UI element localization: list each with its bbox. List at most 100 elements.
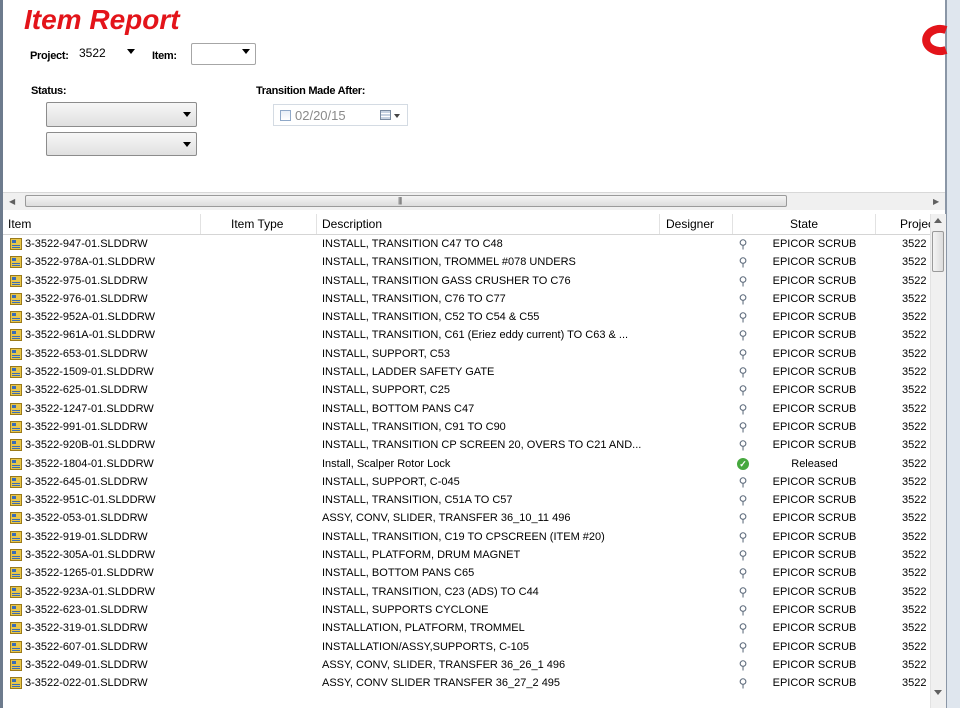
table-row[interactable]: 3-3522-923A-01.SLDDRW INSTALL, TRANSITION… — [3, 583, 930, 601]
scroll-up-icon[interactable] — [934, 218, 942, 223]
magnifier-icon[interactable]: ⚲ — [736, 621, 750, 635]
vertical-scrollbar[interactable] — [930, 214, 946, 708]
drawing-file-icon — [10, 238, 22, 250]
cell-project: 3522 — [902, 420, 927, 433]
table-row[interactable]: 3-3522-947-01.SLDDRW INSTALL, TRANSITION … — [3, 235, 930, 253]
magnifier-icon[interactable]: ⚲ — [736, 438, 750, 452]
cell-state: EPICOR SCRUB — [772, 530, 857, 543]
table-row[interactable]: 3-3522-623-01.SLDDRW INSTALL, SUPPORTS CY… — [3, 601, 930, 619]
cell-project: 3522 — [902, 439, 927, 452]
column-header-item-type[interactable]: Item Type — [201, 214, 317, 234]
magnifier-icon[interactable]: ⚲ — [736, 402, 750, 416]
table-row[interactable]: 3-3522-1804-01.SLDDRW Install, Scalper Ro… — [3, 455, 930, 473]
table-row[interactable]: 3-3522-952A-01.SLDDRW INSTALL, TRANSITION… — [3, 308, 930, 326]
transition-date-picker[interactable]: 02/20/15 — [273, 104, 408, 126]
table-row[interactable]: 3-3522-975-01.SLDDRW INSTALL, TRANSITION … — [3, 272, 930, 290]
magnifier-icon[interactable]: ⚲ — [736, 237, 750, 251]
table-row[interactable]: 3-3522-961A-01.SLDDRW INSTALL, TRANSITION… — [3, 326, 930, 344]
chevron-down-icon[interactable] — [394, 114, 400, 118]
calendar-icon[interactable] — [380, 110, 391, 120]
table-row[interactable]: 3-3522-976-01.SLDDRW INSTALL, TRANSITION,… — [3, 290, 930, 308]
transition-date-value: 02/20/15 — [295, 108, 346, 123]
table-row[interactable]: 3-3522-305A-01.SLDDRW INSTALL, PLATFORM, … — [3, 546, 930, 564]
table-row[interactable]: 3-3522-653-01.SLDDRW INSTALL, SUPPORT, C5… — [3, 345, 930, 363]
magnifier-icon[interactable]: ⚲ — [736, 511, 750, 525]
magnifier-icon[interactable]: ⚲ — [736, 347, 750, 361]
magnifier-icon[interactable]: ⚲ — [736, 365, 750, 379]
column-header-description[interactable]: Description — [317, 214, 660, 234]
transition-date-checkbox[interactable] — [280, 110, 291, 121]
table-row[interactable]: 3-3522-625-01.SLDDRW INSTALL, SUPPORT, C2… — [3, 381, 930, 399]
scroll-right-icon[interactable]: ▶ — [933, 197, 939, 206]
table-row[interactable]: 3-3522-049-01.SLDDRW ASSY, CONV, SLIDER, … — [3, 656, 930, 674]
magnifier-icon[interactable]: ⚲ — [736, 475, 750, 489]
item-select[interactable] — [191, 43, 256, 65]
table-row[interactable]: 3-3522-920B-01.SLDDRW INSTALL, TRANSITION… — [3, 436, 930, 454]
table-row[interactable]: 3-3522-1509-01.SLDDRW INSTALL, LADDER SAF… — [3, 363, 930, 381]
drawing-file-icon — [10, 567, 22, 580]
project-label: Project: — [30, 50, 69, 62]
table-row[interactable]: 3-3522-978A-01.SLDDRW INSTALL, TRANSITION… — [3, 253, 930, 271]
drawing-file-icon — [10, 439, 22, 452]
status-select-2[interactable] — [46, 132, 197, 156]
cell-description: INSTALLATION, PLATFORM, TROMMEL — [322, 622, 525, 635]
drawing-file-icon — [10, 457, 22, 470]
horizontal-scrollbar[interactable]: ◀ ||| ▶ — [3, 192, 945, 210]
horizontal-scroll-thumb[interactable]: ||| — [25, 195, 787, 207]
cell-project: 3522 — [902, 329, 927, 342]
drawing-file-icon — [10, 274, 22, 287]
column-header-state[interactable]: State — [733, 214, 876, 234]
table-row[interactable]: 3-3522-319-01.SLDDRW INSTALLATION, PLATFO… — [3, 619, 930, 637]
table-row[interactable]: 3-3522-645-01.SLDDRW INSTALL, SUPPORT, C-… — [3, 473, 930, 491]
status-select-1[interactable] — [46, 102, 197, 127]
cell-item-type — [203, 400, 315, 418]
magnifier-icon[interactable]: ⚲ — [736, 383, 750, 397]
cell-item-type — [203, 253, 315, 271]
magnifier-icon[interactable]: ⚲ — [736, 548, 750, 562]
table-row[interactable]: 3-3522-053-01.SLDDRW ASSY, CONV, SLIDER, … — [3, 509, 930, 527]
magnifier-icon[interactable]: ⚲ — [736, 603, 750, 617]
cell-item: 3-3522-961A-01.SLDDRW — [25, 329, 156, 342]
cell-item: 3-3522-1509-01.SLDDRW — [25, 366, 154, 379]
cell-description: INSTALL, SUPPORT, C53 — [322, 347, 450, 360]
chevron-down-icon — [183, 112, 191, 117]
magnifier-icon[interactable]: ⚲ — [736, 658, 750, 672]
vertical-scroll-thumb[interactable] — [932, 231, 944, 272]
drawing-file-icon — [10, 622, 22, 635]
magnifier-icon[interactable]: ⚲ — [736, 420, 750, 434]
chevron-down-icon — [127, 49, 135, 54]
table-row[interactable]: 3-3522-919-01.SLDDRW INSTALL, TRANSITION,… — [3, 528, 930, 546]
cell-item: 3-3522-947-01.SLDDRW — [25, 238, 148, 250]
table-row[interactable]: 3-3522-991-01.SLDDRW INSTALL, TRANSITION,… — [3, 418, 930, 436]
magnifier-icon[interactable]: ⚲ — [736, 255, 750, 269]
scroll-down-icon[interactable] — [934, 690, 942, 695]
magnifier-icon[interactable]: ⚲ — [736, 585, 750, 599]
magnifier-icon[interactable]: ⚲ — [736, 274, 750, 288]
project-select[interactable]: 3522 — [74, 44, 140, 66]
table-row[interactable]: 3-3522-607-01.SLDDRW INSTALLATION/ASSY,SU… — [3, 638, 930, 656]
cell-designer — [666, 638, 732, 656]
cell-designer — [666, 272, 732, 290]
drawing-file-icon — [10, 549, 22, 562]
table-row[interactable]: 3-3522-1265-01.SLDDRW INSTALL, BOTTOM PAN… — [3, 564, 930, 582]
magnifier-icon[interactable]: ⚲ — [736, 292, 750, 306]
cell-state: EPICOR SCRUB — [772, 603, 857, 616]
table-row[interactable]: 3-3522-022-01.SLDDRW ASSY, CONV SLIDER TR… — [3, 674, 930, 692]
transition-label: Transition Made After: — [256, 85, 366, 97]
magnifier-icon[interactable]: ⚲ — [736, 676, 750, 690]
drawing-file-icon — [10, 494, 22, 507]
magnifier-icon[interactable]: ⚲ — [736, 328, 750, 342]
table-row[interactable]: 3-3522-1247-01.SLDDRW INSTALL, BOTTOM PAN… — [3, 400, 930, 418]
scroll-left-icon[interactable]: ◀ — [9, 197, 15, 206]
table-row[interactable]: 3-3522-951C-01.SLDDRW INSTALL, TRANSITION… — [3, 491, 930, 509]
magnifier-icon[interactable]: ⚲ — [736, 310, 750, 324]
magnifier-icon[interactable]: ⚲ — [736, 530, 750, 544]
column-header-item[interactable]: Item — [3, 214, 201, 234]
magnifier-icon[interactable]: ⚲ — [736, 640, 750, 654]
column-header-designer[interactable]: Designer — [660, 214, 733, 234]
column-header-project[interactable]: Projec — [876, 214, 930, 234]
magnifier-icon[interactable]: ⚲ — [736, 493, 750, 507]
check-circle-icon[interactable]: ✓ — [737, 457, 749, 470]
cell-item: 3-3522-022-01.SLDDRW — [25, 677, 148, 690]
magnifier-icon[interactable]: ⚲ — [736, 566, 750, 580]
